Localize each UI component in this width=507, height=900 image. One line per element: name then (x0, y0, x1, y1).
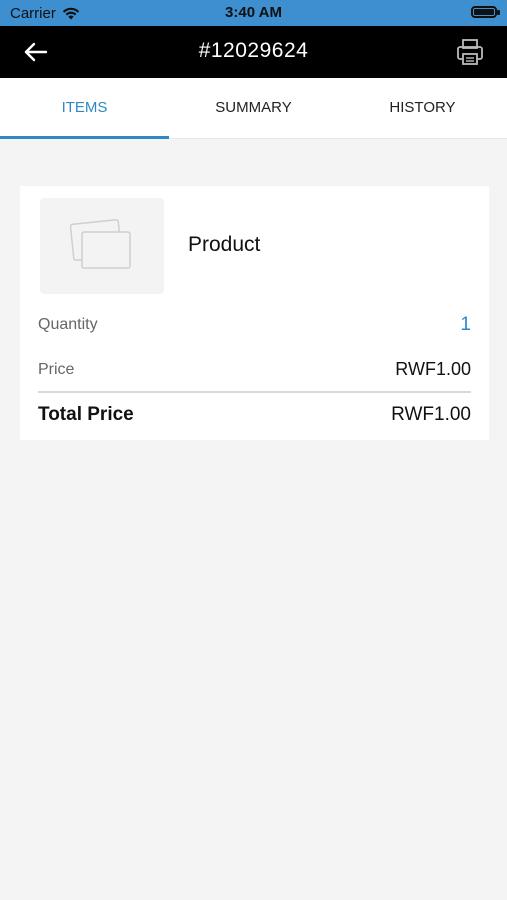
tab-items[interactable]: ITEMS (0, 78, 169, 139)
total-price-row: Total Price RWF1.00 (38, 404, 471, 426)
price-label: Price (38, 360, 75, 378)
product-image (40, 198, 164, 294)
battery-icon (471, 6, 500, 18)
order-item-card: Product Quantity 1 Price RWF1.00 Total P… (20, 186, 489, 440)
order-number-title: #12029624 (198, 39, 309, 62)
status-bar: Carrier 3:40 AM (0, 0, 507, 26)
tab-summary[interactable]: SUMMARY (169, 78, 338, 138)
image-placeholder-icon (70, 219, 131, 269)
price-value: RWF1.00 (395, 359, 471, 379)
total-price-label: Total Price (38, 404, 134, 425)
status-time: 3:40 AM (225, 4, 282, 21)
product-name: Product (188, 233, 261, 256)
quantity-value: 1 (460, 314, 471, 335)
tab-history[interactable]: HISTORY (338, 78, 507, 138)
quantity-row: Quantity 1 (38, 314, 471, 336)
divider (38, 391, 471, 393)
tab-bar: ITEMS SUMMARY HISTORY (0, 78, 507, 139)
quantity-label: Quantity (38, 316, 98, 333)
navbar: #12029624 (0, 26, 507, 78)
price-row: Price RWF1.00 (38, 359, 471, 380)
printer-icon[interactable] (455, 37, 485, 67)
total-price-value: RWF1.00 (391, 404, 471, 425)
